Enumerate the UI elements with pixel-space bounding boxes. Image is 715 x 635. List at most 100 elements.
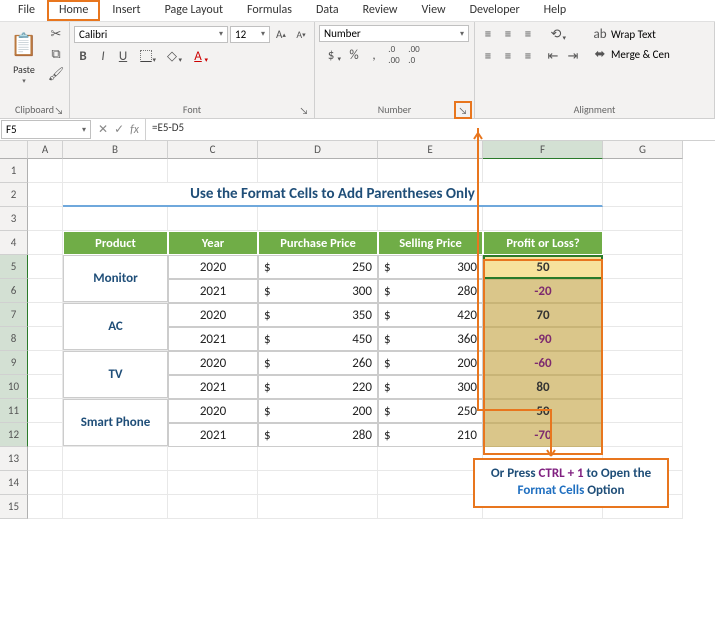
bold-button[interactable]: B — [74, 47, 92, 65]
cell[interactable] — [63, 471, 168, 495]
col-head-F[interactable]: F — [483, 141, 603, 159]
cell[interactable] — [603, 255, 683, 279]
cell[interactable] — [603, 279, 683, 303]
product-cell[interactable]: AC — [63, 303, 168, 350]
menu-developer[interactable]: Developer — [458, 0, 532, 21]
cell[interactable] — [168, 495, 258, 519]
selling-cell[interactable]: $210 — [378, 423, 483, 447]
cell[interactable] — [603, 351, 683, 375]
year-cell[interactable]: 2020 — [168, 255, 258, 279]
header-profit[interactable]: Profit or Loss? — [483, 231, 603, 255]
profit-loss-cell[interactable]: 80 — [483, 375, 603, 399]
row-head-6[interactable]: 6 — [0, 279, 28, 303]
row-head-11[interactable]: 11 — [0, 399, 28, 423]
row-head-14[interactable]: 14 — [0, 471, 28, 495]
cell[interactable] — [28, 183, 63, 207]
cell[interactable] — [28, 447, 63, 471]
menu-home[interactable]: Home — [47, 0, 100, 21]
purchase-cell[interactable]: $200 — [258, 399, 378, 423]
decrease-indent-button[interactable]: ⇤ — [544, 47, 562, 65]
cell[interactable] — [483, 207, 603, 231]
orientation-button[interactable]: ⟲ — [544, 25, 568, 43]
product-cell[interactable]: TV — [63, 351, 168, 398]
cell[interactable] — [603, 207, 683, 231]
cell[interactable] — [28, 495, 63, 519]
selling-cell[interactable]: $200 — [378, 351, 483, 375]
year-cell[interactable]: 2020 — [168, 399, 258, 423]
clipboard-dialog-launcher[interactable]: ↘ — [53, 104, 65, 116]
cell[interactable] — [603, 231, 683, 255]
row-head-8[interactable]: 8 — [0, 327, 28, 351]
border-button[interactable] — [134, 47, 158, 65]
enter-formula-button[interactable]: ✓ — [114, 122, 124, 137]
cell[interactable] — [378, 447, 483, 471]
select-all-corner[interactable] — [0, 141, 28, 159]
profit-loss-cell[interactable]: 50 — [483, 255, 603, 279]
cell[interactable] — [28, 423, 63, 447]
align-center-button[interactable]: ≡ — [499, 47, 517, 65]
row-head-13[interactable]: 13 — [0, 447, 28, 471]
purchase-cell[interactable]: $260 — [258, 351, 378, 375]
menu-file[interactable]: File — [6, 0, 47, 21]
cell[interactable] — [603, 183, 683, 207]
cell[interactable] — [28, 159, 63, 183]
purchase-cell[interactable]: $300 — [258, 279, 378, 303]
menu-help[interactable]: Help — [532, 0, 579, 21]
selling-cell[interactable]: $250 — [378, 399, 483, 423]
row-head-2[interactable]: 2 — [0, 183, 28, 207]
number-format-combo[interactable]: Number▾ — [319, 25, 469, 42]
cell[interactable] — [258, 159, 378, 183]
year-cell[interactable]: 2021 — [168, 423, 258, 447]
cell[interactable] — [28, 351, 63, 375]
row-head-12[interactable]: 12 — [0, 423, 28, 447]
increase-font-button[interactable]: A▴ — [272, 25, 290, 43]
cell[interactable] — [28, 303, 63, 327]
col-head-G[interactable]: G — [603, 141, 683, 159]
profit-loss-cell[interactable]: 50 — [483, 399, 603, 423]
selling-cell[interactable]: $300 — [378, 255, 483, 279]
decrease-decimal-button[interactable]: .00.0 — [405, 46, 423, 64]
name-box[interactable]: F5▾ — [1, 120, 91, 139]
header-year[interactable]: Year — [168, 231, 258, 255]
header-purchase[interactable]: Purchase Price — [258, 231, 378, 255]
copy-button[interactable]: ⧉ — [47, 45, 65, 63]
cancel-formula-button[interactable]: ✕ — [98, 122, 108, 137]
selling-cell[interactable]: $280 — [378, 279, 483, 303]
profit-loss-cell[interactable]: -60 — [483, 351, 603, 375]
increase-decimal-button[interactable]: .0.00 — [385, 46, 403, 64]
cell[interactable] — [378, 159, 483, 183]
font-color-button[interactable]: A — [186, 47, 210, 65]
insert-function-button[interactable]: fx — [130, 123, 139, 137]
cell[interactable] — [63, 207, 168, 231]
product-cell[interactable]: Monitor — [63, 255, 168, 302]
cell[interactable] — [28, 327, 63, 351]
col-head-A[interactable]: A — [28, 141, 63, 159]
cell[interactable] — [28, 399, 63, 423]
percent-button[interactable]: % — [345, 46, 363, 64]
col-head-D[interactable]: D — [258, 141, 378, 159]
purchase-cell[interactable]: $350 — [258, 303, 378, 327]
menu-page-layout[interactable]: Page Layout — [153, 0, 235, 21]
purchase-cell[interactable]: $280 — [258, 423, 378, 447]
cell[interactable] — [258, 447, 378, 471]
decrease-font-button[interactable]: A▾ — [292, 25, 310, 43]
cell[interactable] — [258, 495, 378, 519]
profit-loss-cell[interactable]: -20 — [483, 279, 603, 303]
row-head-9[interactable]: 9 — [0, 351, 28, 375]
formula-input[interactable]: =E5-D5 — [146, 119, 715, 140]
cell[interactable] — [28, 255, 63, 279]
cell[interactable] — [258, 471, 378, 495]
cell[interactable] — [28, 207, 63, 231]
col-head-B[interactable]: B — [63, 141, 168, 159]
cell[interactable] — [28, 279, 63, 303]
cell[interactable] — [168, 471, 258, 495]
merge-center-button[interactable]: ⬌Merge & Cen — [591, 45, 670, 63]
row-head-3[interactable]: 3 — [0, 207, 28, 231]
header-product[interactable]: Product — [63, 231, 168, 255]
italic-button[interactable]: I — [94, 47, 112, 65]
row-head-4[interactable]: 4 — [0, 231, 28, 255]
menu-data[interactable]: Data — [304, 0, 351, 21]
align-bottom-button[interactable]: ≡ — [519, 25, 537, 43]
year-cell[interactable]: 2021 — [168, 375, 258, 399]
menu-view[interactable]: View — [410, 0, 458, 21]
